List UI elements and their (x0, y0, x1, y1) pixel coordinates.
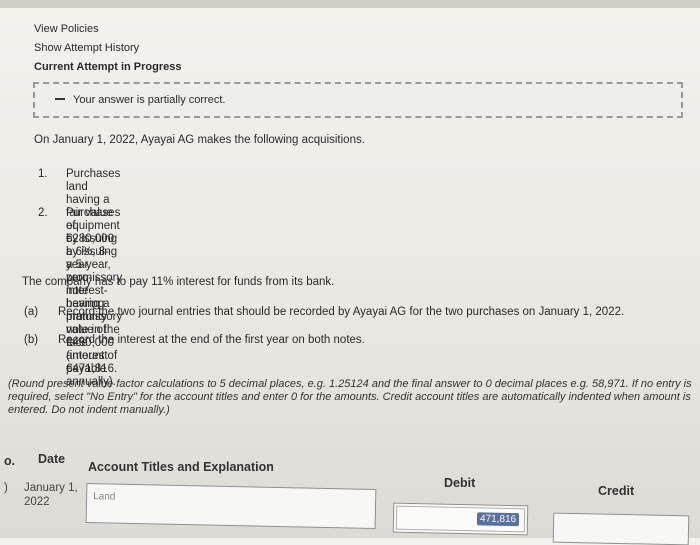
rounding-instructions: (Round present value factor calculations… (8, 378, 698, 417)
part-a-label: (a) (24, 306, 39, 318)
item-text-line: Purchases equipment by issuing a 6%, 8-y… (66, 207, 123, 375)
instruction-line: (Round present value factor calculations… (8, 378, 692, 390)
debit-input-inner: 471,816 (395, 505, 526, 533)
attempt-nav: View Policies Show Attempt History Curre… (34, 20, 182, 77)
part-b-label: (b) (24, 334, 39, 346)
bank-rate-text: The company has to pay 11% interest for … (22, 276, 335, 288)
item-number: 1. (38, 168, 48, 180)
show-attempt-history-link[interactable]: Show Attempt History (34, 39, 182, 58)
column-header-account: Account Titles and Explanation (88, 460, 274, 474)
credit-input[interactable] (552, 512, 690, 545)
top-edge-strip (0, 0, 700, 8)
dash-icon (55, 98, 65, 100)
instruction-line: entered. Do not indent manually.) (8, 404, 170, 416)
problem-intro: On January 1, 2022, Ayayai AG makes the … (34, 134, 365, 146)
debit-input[interactable]: 471,816 (392, 502, 529, 536)
column-header-no: o. (4, 454, 16, 468)
current-attempt-label: Current Attempt in Progress (34, 61, 182, 73)
entry-date-line: 2022 (24, 496, 50, 508)
entry-date-line: January 1, (24, 482, 78, 494)
entry-date: January 1, 2022 (24, 481, 78, 509)
item-text: Purchases equipment by issuing a 6%, 8-y… (66, 207, 122, 389)
column-header-credit: Credit (598, 484, 635, 498)
view-policies-link[interactable]: View Policies (34, 20, 182, 39)
part-b-text: Record the interest at the end of the fi… (58, 334, 365, 346)
row-number: ) (4, 482, 8, 494)
partial-correct-alert: Your answer is partially correct. (33, 82, 683, 118)
part-a-text: Record the two journal entries that shou… (58, 306, 625, 318)
column-header-date: Date (38, 452, 66, 466)
account-title-value: Land (93, 491, 116, 503)
alert-message: Your answer is partially correct. (73, 94, 226, 106)
item-number: 2. (38, 207, 48, 219)
debit-value: 471,816 (476, 512, 520, 527)
instruction-line: required, select "No Entry" for the acco… (8, 391, 691, 403)
column-header-debit: Debit (444, 476, 476, 490)
account-title-select[interactable]: Land (85, 482, 377, 530)
